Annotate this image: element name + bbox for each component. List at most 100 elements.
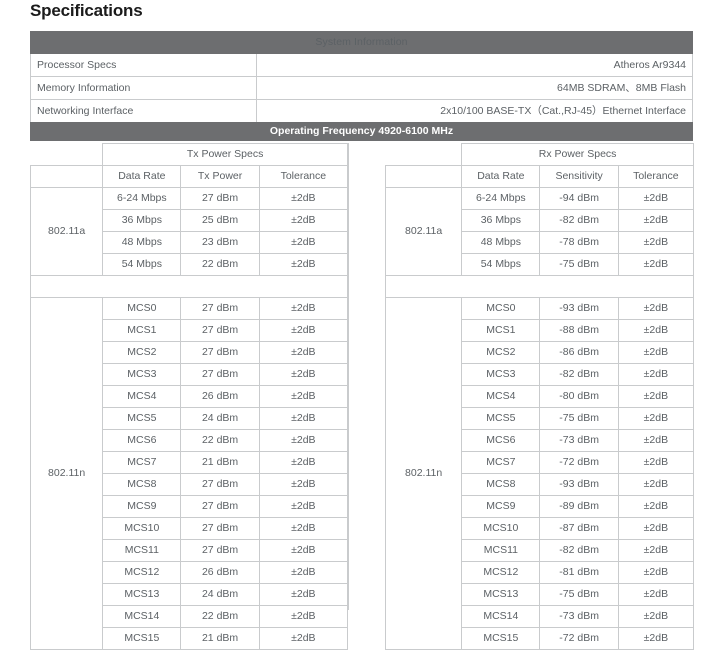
system-information-table: System Information Processor Specs Athero…: [30, 31, 693, 123]
page-title: Specifications: [30, 1, 143, 20]
tx-tolerance-1-6: ±2dB: [258, 429, 349, 452]
tx-tolerance-1-9: ±2dB: [258, 495, 349, 518]
tx-tolerance-1-3: ±2dB: [258, 363, 349, 386]
rx-col-head-0: [384, 165, 463, 188]
rx-tolerance-1-10: ±2dB: [617, 517, 695, 540]
tx-data-rate-1-13: MCS13: [102, 583, 182, 606]
tx-data-rate-0-1: 36 Mbps: [102, 209, 182, 232]
rx-tolerance-1-12: ±2dB: [617, 561, 695, 584]
rx-data-rate-1-8: MCS8: [461, 473, 541, 496]
rx-data-rate-0-0: 6-24 Mbps: [461, 187, 541, 210]
tx-data-rate-1-9: MCS9: [102, 495, 182, 518]
tx-group-spacer: [30, 275, 348, 298]
tx-column-header-row: Data Rate Tx Power Tolerance: [29, 165, 349, 188]
tx-tolerance-0-0: ±2dB: [258, 187, 349, 210]
tx-power-1-4: 26 dBm: [180, 385, 260, 408]
rx-corner-spacer: [386, 144, 462, 166]
rx-sensitivity-0-2: -78 dBm: [539, 231, 619, 254]
rx-data-rate-1-4: MCS4: [461, 385, 541, 408]
tx-data-rate-1-14: MCS14: [102, 605, 182, 628]
rx-tolerance-1-9: ±2dB: [617, 495, 695, 518]
tx-data-rate-1-7: MCS7: [102, 451, 182, 474]
rx-tolerance-1-3: ±2dB: [617, 363, 695, 386]
tx-tolerance-1-10: ±2dB: [258, 517, 349, 540]
rx-data-rate-0-1: 36 Mbps: [461, 209, 541, 232]
table-row: 802.11a 6-24 Mbps 27 dBm ±2dB: [29, 187, 349, 276]
tx-power-1-7: 21 dBm: [180, 451, 260, 474]
rx-tolerance-1-1: ±2dB: [617, 319, 695, 342]
tx-data-rate-1-15: MCS15: [102, 627, 182, 650]
operating-frequency-header: Operating Frequency 4920-6100 MHz: [30, 122, 693, 141]
rx-data-rate-1-15: MCS15: [461, 627, 541, 650]
tx-power-0-3: 22 dBm: [180, 253, 260, 276]
rx-col-head-sensitivity: Sensitivity: [539, 165, 619, 188]
tx-col-head-data-rate: Data Rate: [102, 165, 182, 188]
rx-data-rate-1-14: MCS14: [461, 605, 541, 628]
tx-tolerance-1-2: ±2dB: [258, 341, 349, 364]
tx-band-label-802.11n: 802.11n: [29, 297, 104, 650]
tx-power-specs-table: Tx Power Specs Data Rate Tx Power Tolera…: [29, 143, 349, 650]
rx-tolerance-0-3: ±2dB: [617, 253, 695, 276]
tx-power-1-15: 21 dBm: [180, 627, 260, 650]
rx-data-rate-1-9: MCS9: [461, 495, 541, 518]
rx-data-rate-1-6: MCS6: [461, 429, 541, 452]
tx-power-1-3: 27 dBm: [180, 363, 260, 386]
tx-data-rate-1-4: MCS4: [102, 385, 182, 408]
group-spacer-row: [30, 275, 348, 298]
tx-col-head-tx-power: Tx Power: [180, 165, 260, 188]
rx-tolerance-1-2: ±2dB: [617, 341, 695, 364]
rx-group-spacer: [385, 275, 694, 298]
tx-power-1-6: 22 dBm: [180, 429, 260, 452]
rx-data-rate-0-3: 54 Mbps: [461, 253, 541, 276]
tx-power-0-1: 25 dBm: [180, 209, 260, 232]
tx-data-rate-0-2: 48 Mbps: [102, 231, 182, 254]
tx-tolerance-1-7: ±2dB: [258, 451, 349, 474]
rx-sensitivity-1-6: -73 dBm: [539, 429, 619, 452]
table-row: Processor Specs Atheros Ar9344: [30, 53, 693, 77]
rx-tolerance-1-15: ±2dB: [617, 627, 695, 650]
rx-tolerance-1-8: ±2dB: [617, 473, 695, 496]
rx-tolerance-1-7: ±2dB: [617, 451, 695, 474]
rx-col-head-tolerance: Tolerance: [617, 165, 695, 188]
rx-sensitivity-1-14: -73 dBm: [539, 605, 619, 628]
rx-sensitivity-1-13: -75 dBm: [539, 583, 619, 606]
tx-data-rate-1-8: MCS8: [102, 473, 182, 496]
rx-tolerance-0-2: ±2dB: [617, 231, 695, 254]
table-gutter: [348, 143, 385, 610]
table-header-row: System Information: [30, 31, 693, 54]
rx-tolerance-0-1: ±2dB: [617, 209, 695, 232]
rx-band-label-802.11a: 802.11a: [384, 187, 463, 276]
rx-sensitivity-1-4: -80 dBm: [539, 385, 619, 408]
rx-tolerance-0-0: ±2dB: [617, 187, 695, 210]
tx-corner-spacer: [31, 144, 103, 166]
table-row: 802.11n MCS0 -93 dBm ±2dB: [384, 297, 695, 650]
rx-data-rate-1-5: MCS5: [461, 407, 541, 430]
system-info-value-0: Atheros Ar9344: [256, 53, 693, 77]
rx-sensitivity-1-3: -82 dBm: [539, 363, 619, 386]
tx-power-0-2: 23 dBm: [180, 231, 260, 254]
rx-sensitivity-1-8: -93 dBm: [539, 473, 619, 496]
rx-tolerance-1-6: ±2dB: [617, 429, 695, 452]
rx-tolerance-1-0: ±2dB: [617, 297, 695, 320]
table-row: Memory Information 64MB SDRAM、8MB Flash: [30, 76, 693, 100]
tx-tolerance-1-11: ±2dB: [258, 539, 349, 562]
tx-power-1-8: 27 dBm: [180, 473, 260, 496]
tx-section-title-row: Tx Power Specs: [31, 143, 348, 166]
rx-sensitivity-1-7: -72 dBm: [539, 451, 619, 474]
rx-column-header-row: Data Rate Sensitivity Tolerance: [384, 165, 695, 188]
rx-sensitivity-1-0: -93 dBm: [539, 297, 619, 320]
tx-power-1-9: 27 dBm: [180, 495, 260, 518]
tx-power-1-5: 24 dBm: [180, 407, 260, 430]
rx-tolerance-1-4: ±2dB: [617, 385, 695, 408]
rx-sensitivity-1-15: -72 dBm: [539, 627, 619, 650]
tx-data-rate-1-11: MCS11: [102, 539, 182, 562]
table-row: 802.11a 6-24 Mbps -94 dBm ±2dB: [384, 187, 695, 276]
rx-data-rate-1-7: MCS7: [461, 451, 541, 474]
tx-tolerance-1-15: ±2dB: [258, 627, 349, 650]
rx-sensitivity-1-10: -87 dBm: [539, 517, 619, 540]
rx-sensitivity-0-0: -94 dBm: [539, 187, 619, 210]
tx-data-rate-1-1: MCS1: [102, 319, 182, 342]
rx-band-label-802.11n: 802.11n: [384, 297, 463, 650]
tx-tolerance-1-5: ±2dB: [258, 407, 349, 430]
tx-power-1-10: 27 dBm: [180, 517, 260, 540]
